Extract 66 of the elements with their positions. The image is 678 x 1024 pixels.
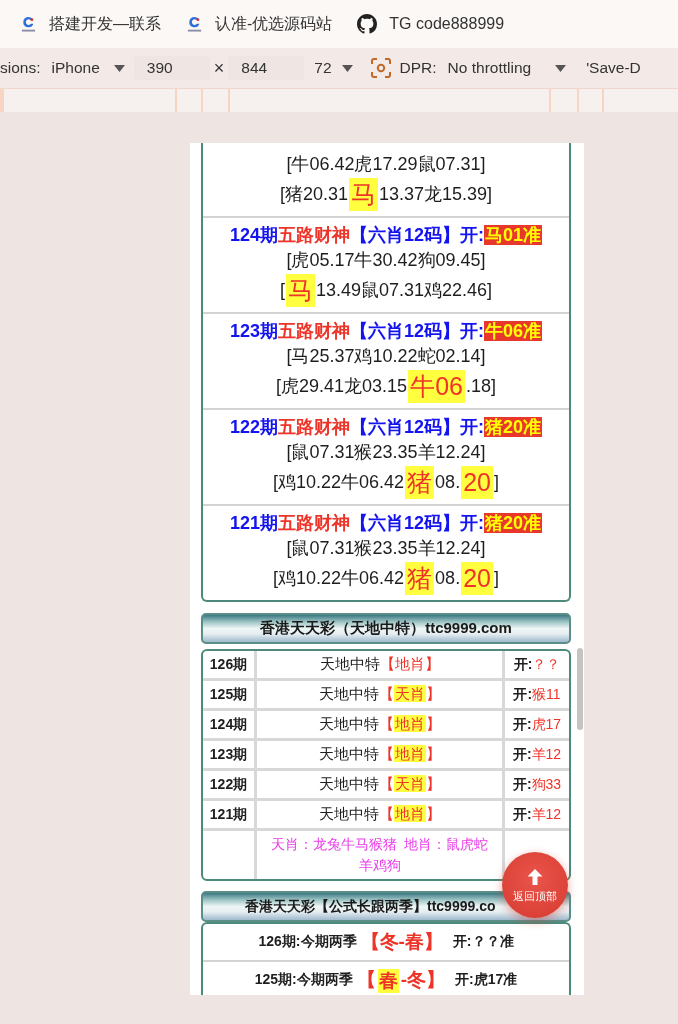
period-label: 126期:今期两季 xyxy=(258,933,357,951)
scrollbar-thumb[interactable] xyxy=(577,648,583,730)
number-line: [鸡10.22牛06.42 猪 08.20] xyxy=(203,560,569,594)
category-label: 【六肖12码】开: xyxy=(350,321,484,341)
caret-icon xyxy=(555,64,567,72)
period-label: 122期 xyxy=(229,417,278,437)
draw-cell: 天地中特【天肖】 xyxy=(255,679,504,710)
throttling-select[interactable]: No throttling xyxy=(447,59,567,77)
draw-cell: 天地中特【地肖】 xyxy=(255,651,504,680)
result-badge: 马01准 xyxy=(484,225,543,245)
season-pair: 【冬-春】 xyxy=(360,930,443,954)
prediction-name: 五路财神 xyxy=(278,417,350,437)
draw-cell: 天地中特【天肖】 xyxy=(255,769,504,800)
device-select[interactable]: iPhone xyxy=(51,59,125,77)
number-line: [鸡10.22牛06.42 猪 08.20] xyxy=(203,464,569,498)
dpr-label: DPR: xyxy=(399,59,437,77)
period-cell: 122期 xyxy=(203,769,256,800)
width-field[interactable]: 390 xyxy=(133,56,210,80)
number-line: [马25.37鸡10.22蛇02.14] xyxy=(285,345,487,368)
season-pair: 【春-冬】 xyxy=(356,967,446,993)
bookmark-link[interactable]: TG code888999 xyxy=(357,14,505,34)
number-line: [猪20.31 马 13.37龙15.39] xyxy=(203,176,569,210)
save-data-select[interactable]: 'Save-D xyxy=(586,59,641,77)
number-line: [牛06.42虎17.29鼠07.31] xyxy=(285,153,487,176)
logo-icon xyxy=(20,15,37,33)
result-badge: 猪20准 xyxy=(484,417,543,437)
category-label: 【六肖12码】开: xyxy=(350,225,484,245)
period-label: 125期:今期两季 xyxy=(254,971,353,989)
number-line: [虎29.41龙03.15牛06.18] xyxy=(203,368,569,402)
number-line: [虎05.17牛30.42狗09.45] xyxy=(285,249,487,272)
number-line: [鼠07.31猴23.35羊12.24] xyxy=(285,537,487,560)
period-label: 121期 xyxy=(229,513,278,533)
result-label: 开:虎17准 xyxy=(455,971,518,989)
period-cell: 124期 xyxy=(203,709,256,740)
period-label: 123期 xyxy=(229,321,278,341)
capture-icon[interactable] xyxy=(370,58,391,78)
times-label: × xyxy=(213,57,225,79)
result-badge: 猪20准 xyxy=(484,513,543,533)
category-label: 【六肖12码】开: xyxy=(350,513,484,533)
period-cell: 126期 xyxy=(203,651,256,680)
draw-cell: 天地中特【地肖】 xyxy=(255,739,504,770)
prediction-name: 五路财神 xyxy=(278,225,350,245)
draw-cell: 天地中特【地肖】 xyxy=(255,709,504,740)
period-label: 124期 xyxy=(229,225,278,245)
period-cell: 125期 xyxy=(203,679,256,710)
period-cell: 123期 xyxy=(203,739,256,770)
caret-icon xyxy=(113,64,125,72)
bookmark-link[interactable]: 搭建开发—联系 xyxy=(20,13,161,35)
prediction-name: 五路财神 xyxy=(278,513,350,533)
bookmark-link[interactable]: 认准-优选源码站 xyxy=(186,13,333,35)
period-cell: 121期 xyxy=(203,799,256,830)
height-field[interactable]: 844 xyxy=(228,56,305,80)
dimensions-label: sions: xyxy=(0,59,41,77)
draw-cell: 天地中特【地肖】 xyxy=(255,799,504,830)
result-badge: 牛06准 xyxy=(484,321,543,341)
logo-icon xyxy=(186,15,203,33)
category-label: 【六肖12码】开: xyxy=(350,417,484,437)
up-arrow-icon xyxy=(525,866,545,887)
zoom-select[interactable]: 72 xyxy=(314,59,353,77)
section-header: 香港天天彩（天地中特）ttc9999.com xyxy=(201,613,571,644)
cat-silhouette-icon xyxy=(357,14,378,34)
number-line: [鼠07.31猴23.35羊12.24] xyxy=(285,441,487,464)
result-label: 开:？？准 xyxy=(452,933,514,951)
caret-icon xyxy=(341,64,353,72)
prediction-name: 五路财神 xyxy=(278,321,350,341)
number-line: [马 13.49鼠07.31鸡22.46] xyxy=(203,272,569,306)
